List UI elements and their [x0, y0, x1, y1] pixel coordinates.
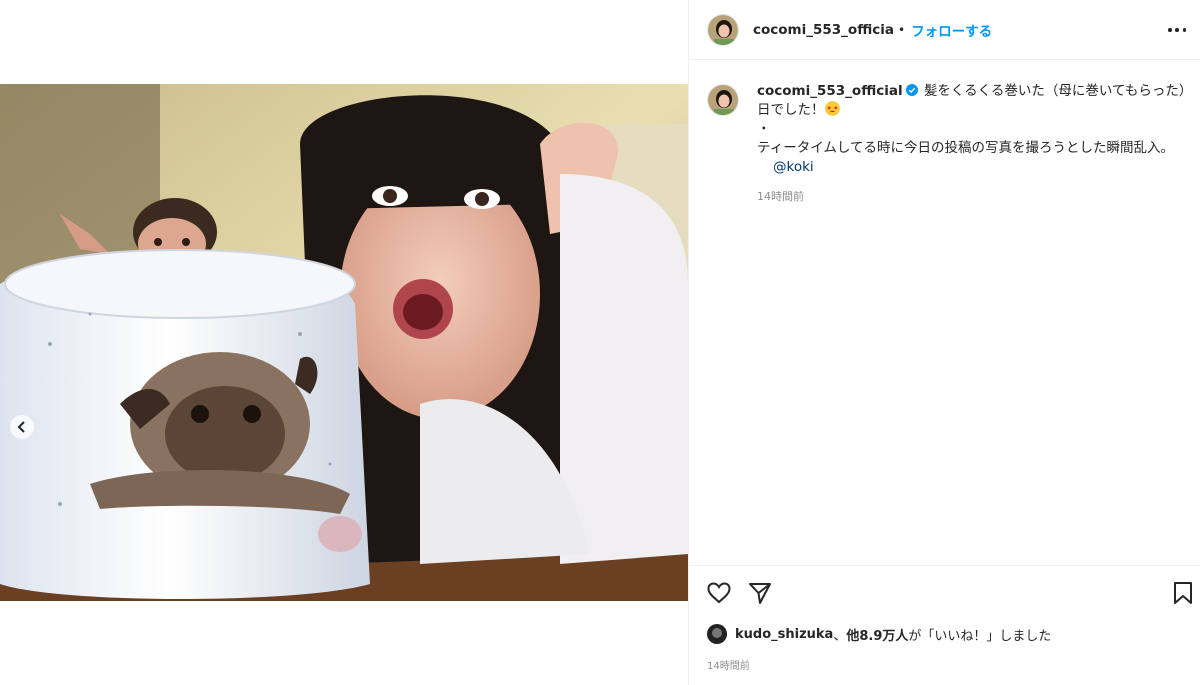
caption-username[interactable]: cocomi_553_official — [757, 83, 903, 99]
author-avatar[interactable] — [707, 13, 739, 46]
likes-others-link[interactable]: 他8.9万人 — [846, 625, 908, 644]
star-struck-emoji-icon — [824, 101, 840, 116]
share-button[interactable] — [747, 580, 773, 606]
caption: cocomi_553_official 髪をくるくる巻いた（母に巻いてもらった）… — [707, 82, 1187, 206]
more-options-icon[interactable] — [1168, 22, 1186, 38]
send-icon — [749, 583, 771, 604]
separator-dot: • — [898, 22, 906, 37]
verified-badge-icon — [905, 84, 918, 96]
caption-bullet: ・ — [757, 121, 771, 137]
like-button[interactable] — [706, 580, 732, 606]
caption-text-line2: ティータイムしてる時に今日の投稿の写真を撮ろうとした瞬間乱入。 — [757, 140, 1175, 156]
media-pane — [0, 0, 688, 685]
post-timestamp: 14時間前 — [707, 661, 750, 672]
heart-icon — [707, 582, 731, 604]
liker-avatar[interactable] — [707, 624, 727, 644]
carousel-prev-button[interactable] — [10, 415, 34, 439]
liker-username[interactable]: kudo_shizuka — [735, 627, 833, 642]
chevron-left-icon — [17, 421, 25, 433]
likes-suffix: が「いいね！」しました — [908, 628, 1052, 644]
likes-connector: 、 — [833, 628, 847, 644]
caption-body: cocomi_553_official 髪をくるくる巻いた（母に巻いてもらった）… — [757, 82, 1187, 206]
caption-timestamp: 14時間前 — [757, 190, 804, 203]
post-photo[interactable] — [0, 84, 688, 601]
follow-button[interactable]: フォローする — [911, 20, 992, 40]
actions-section: kudo_shizuka、他8.9万人 が「いいね！」しました 14時間前 — [689, 565, 1200, 685]
post-side-panel: cocomi_553_officia • フォローする cocomi_553_o… — [688, 0, 1200, 685]
bookmark-icon — [1174, 582, 1192, 604]
caption-avatar[interactable] — [707, 84, 739, 116]
post-header: cocomi_553_officia • フォローする — [689, 0, 1200, 60]
save-button[interactable] — [1170, 580, 1196, 606]
author-username[interactable]: cocomi_553_officia — [753, 22, 894, 38]
likes-summary: kudo_shizuka、他8.9万人 が「いいね！」しました — [707, 624, 1051, 644]
mention-link[interactable]: @koki — [773, 159, 814, 175]
